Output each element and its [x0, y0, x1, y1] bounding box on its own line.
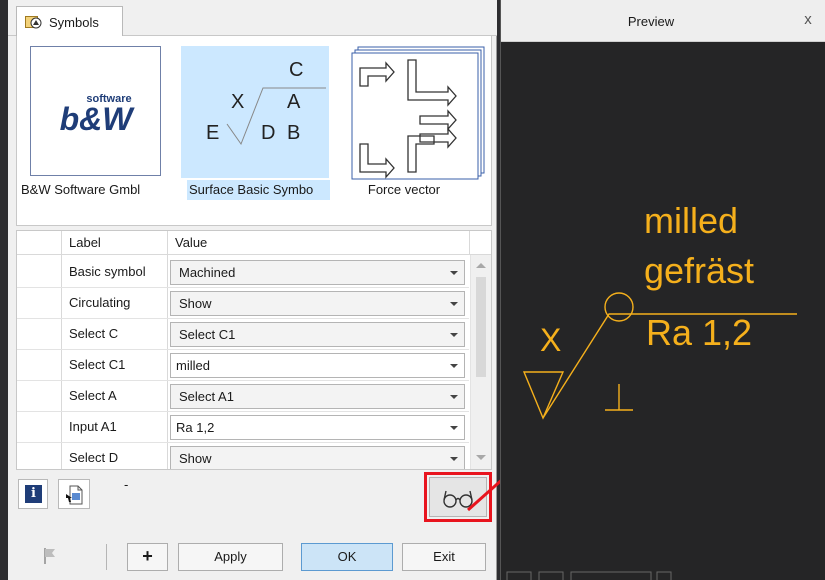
preview-panel: Preview x milled gefräst Ra 1,2 X — [500, 0, 825, 580]
add-button[interactable]: + — [127, 543, 168, 571]
scroll-up-icon[interactable] — [476, 263, 486, 268]
chevron-down-icon[interactable] — [444, 292, 464, 315]
preview-canvas: milled gefräst Ra 1,2 X — [501, 42, 825, 580]
gallery-item-force-vector[interactable]: Force vector — [339, 42, 485, 204]
table-row: Circulating Show — [17, 288, 469, 319]
tab-strip: Symbols — [8, 0, 497, 37]
glyph-a: A — [287, 91, 301, 113]
logo-mark-text: b&W — [60, 101, 136, 137]
bottom-toolbar-stubs — [506, 571, 672, 580]
chevron-down-icon[interactable] — [444, 354, 464, 377]
row-label: Input A1 — [69, 419, 117, 434]
table-row: Input A1 Ra 1,2 — [17, 412, 469, 443]
value-text: Show — [179, 451, 212, 466]
column-header-label: Label — [69, 235, 101, 250]
symbol-gallery: software b&W B&W Software Gmbl C X A E D… — [16, 36, 492, 226]
value-combo-input[interactable]: Ra 1,2 — [170, 415, 465, 440]
glyph-b: B — [287, 122, 300, 144]
gallery-item-caption: Force vector — [367, 182, 441, 197]
glyph-e: E — [206, 122, 219, 144]
chevron-down-icon[interactable] — [444, 261, 464, 284]
value-text: Select C1 — [179, 327, 236, 342]
preview-title: Preview — [627, 14, 675, 29]
table-row: Select A Select A1 — [17, 381, 469, 412]
symbol-text-line3: Ra 1,2 — [646, 312, 753, 353]
chevron-down-icon[interactable] — [444, 323, 464, 346]
flag-icon[interactable] — [43, 547, 57, 565]
symbol-text-x: X — [540, 322, 562, 358]
gallery-item-bw-software[interactable]: software b&W B&W Software Gmbl — [21, 42, 161, 204]
row-label: Basic symbol — [69, 264, 146, 279]
row-label: Select D — [69, 450, 119, 465]
table-row: Select D Show — [17, 443, 469, 469]
exit-button[interactable]: Exit — [402, 543, 486, 571]
glyph-d: D — [261, 122, 275, 144]
grid-header: Label Value — [17, 231, 491, 255]
tab-symbols[interactable]: Symbols — [16, 6, 123, 37]
value-dropdown[interactable]: Machined — [170, 260, 465, 285]
info-button[interactable]: i — [18, 479, 48, 509]
value-combo-input[interactable]: milled — [170, 353, 465, 378]
value-dropdown[interactable]: Show — [170, 446, 465, 469]
row-label: Select C1 — [69, 357, 126, 372]
apply-button[interactable]: Apply — [178, 543, 283, 571]
property-grid: Label Value Basic symbol Machined Circul… — [16, 230, 492, 470]
symbol-text-line1: milled — [644, 200, 739, 241]
close-icon[interactable]: x — [799, 11, 817, 29]
document-arrow-icon — [66, 485, 83, 505]
tool-row: i - — [16, 470, 492, 532]
document-button[interactable] — [58, 479, 90, 509]
status-text: - — [124, 477, 129, 492]
gallery-item-caption: Surface Basic Symbo — [187, 180, 330, 200]
app-window: Symbols software b&W B&W Software Gmbl C… — [0, 0, 825, 580]
dialog-button-bar: + Apply OK Exit — [16, 535, 492, 580]
column-header-value: Value — [175, 235, 208, 250]
symbol-text-line2: gefräst — [644, 250, 755, 291]
info-icon: i — [25, 485, 42, 503]
preview-header: Preview x — [501, 0, 825, 42]
surface-symbol-thumbnail: C X A E D B — [181, 46, 329, 178]
gallery-item-surface-basic-symbol[interactable]: C X A E D B Surface Basic Symbo — [177, 42, 330, 204]
table-row: Basic symbol Machined — [17, 257, 469, 288]
force-vector-thumbnail — [348, 46, 485, 180]
value-dropdown[interactable]: Select C1 — [170, 322, 465, 347]
value-text: milled — [176, 358, 210, 373]
value-text: Machined — [179, 265, 236, 280]
table-row: Select C1 milled — [17, 350, 469, 381]
tab-symbols-label: Symbols — [49, 14, 99, 30]
surface-symbol-drawing — [522, 292, 797, 420]
value-dropdown[interactable]: Show — [170, 291, 465, 316]
gallery-item-caption: B&W Software Gmbl — [21, 182, 141, 197]
symbols-dialog: Symbols software b&W B&W Software Gmbl C… — [8, 0, 497, 580]
row-label: Select A — [69, 388, 117, 403]
glyph-c: C — [289, 59, 303, 81]
chevron-down-icon[interactable] — [444, 385, 464, 408]
grid-divider — [469, 231, 470, 255]
symbols-icon — [25, 15, 43, 29]
ok-button[interactable]: OK — [301, 543, 393, 571]
scroll-thumb[interactable] — [476, 277, 486, 377]
glyph-x: X — [231, 91, 244, 113]
value-dropdown[interactable]: Select A1 — [170, 384, 465, 409]
value-text: Ra 1,2 — [176, 420, 215, 435]
row-label: Circulating — [69, 295, 131, 310]
table-row: Select C Select C1 — [17, 319, 469, 350]
separator — [106, 544, 107, 570]
row-label: Select C — [69, 326, 119, 341]
value-text: Select A1 — [179, 389, 234, 404]
value-text: Show — [179, 296, 212, 311]
bw-software-logo: software b&W — [30, 46, 161, 176]
